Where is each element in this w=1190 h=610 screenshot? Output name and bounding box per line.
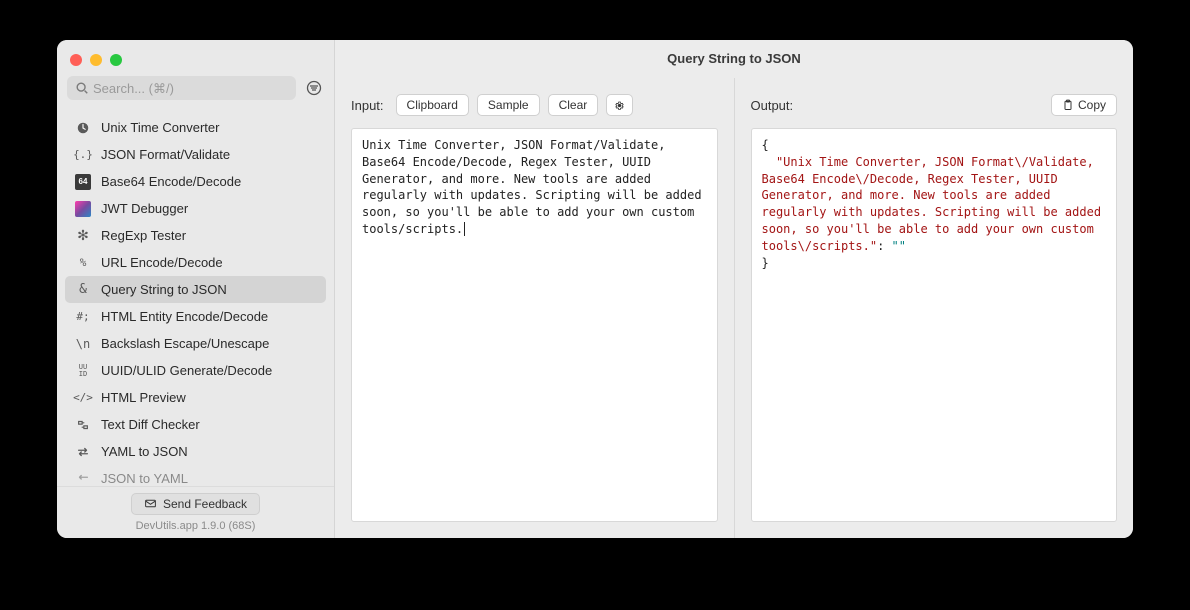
main-area: Query String to JSON Input: Clipboard Sa… — [335, 40, 1133, 538]
page-title: Query String to JSON — [667, 51, 801, 66]
sidebar-item-html-preview[interactable]: </> HTML Preview — [65, 384, 326, 411]
sidebar-item-label: URL Encode/Decode — [101, 255, 223, 270]
minimize-window-button[interactable] — [90, 54, 102, 66]
sidebar-item-label: JWT Debugger — [101, 201, 188, 216]
sidebar-item-label: JSON to YAML — [101, 471, 188, 486]
clock-icon — [75, 120, 91, 136]
output-label: Output: — [751, 98, 794, 113]
sidebar-item-label: Query String to JSON — [101, 282, 227, 297]
sidebar-item-json-yaml[interactable]: JSON to YAML — [65, 465, 326, 486]
diff-icon — [75, 417, 91, 433]
sidebar-item-jwt[interactable]: JWT Debugger — [65, 195, 326, 222]
settings-button[interactable] — [606, 94, 633, 116]
sidebar-item-query-string[interactable]: & Query String to JSON — [65, 276, 326, 303]
hash-icon: #; — [75, 309, 91, 325]
clipboard-button[interactable]: Clipboard — [396, 94, 469, 116]
convert-back-icon — [75, 471, 91, 486]
sidebar-item-label: JSON Format/Validate — [101, 147, 230, 162]
code-icon: </> — [75, 390, 91, 406]
copy-button[interactable]: Copy — [1051, 94, 1117, 116]
search-box[interactable] — [67, 76, 296, 100]
search-input[interactable] — [93, 81, 288, 96]
search-row — [57, 76, 334, 110]
sample-button[interactable]: Sample — [477, 94, 540, 116]
sidebar-item-backslash[interactable]: \n Backslash Escape/Unescape — [65, 330, 326, 357]
sidebar-item-unix-time[interactable]: Unix Time Converter — [65, 114, 326, 141]
sidebar-item-label: Backslash Escape/Unescape — [101, 336, 269, 351]
copy-label: Copy — [1078, 98, 1106, 112]
percent-icon: % — [75, 255, 91, 271]
json-open-brace: { — [762, 138, 769, 152]
convert-icon — [75, 444, 91, 460]
app-window: Unix Time Converter {.} JSON Format/Vali… — [57, 40, 1133, 538]
sidebar-footer: Send Feedback DevUtils.app 1.9.0 (68S) — [57, 486, 334, 539]
feedback-label: Send Feedback — [163, 497, 247, 511]
sidebar-item-label: HTML Preview — [101, 390, 186, 405]
window-controls — [57, 40, 334, 76]
sidebar-item-label: RegExp Tester — [101, 228, 186, 243]
sidebar-item-base64[interactable]: 64 Base64 Encode/Decode — [65, 168, 326, 195]
b64-icon: 64 — [75, 174, 91, 190]
input-label: Input: — [351, 98, 384, 113]
regex-icon: ✻ — [75, 228, 91, 244]
send-feedback-button[interactable]: Send Feedback — [131, 493, 260, 515]
clear-button[interactable]: Clear — [548, 94, 599, 116]
sidebar-item-label: HTML Entity Encode/Decode — [101, 309, 268, 324]
input-pane: Input: Clipboard Sample Clear Unix Time … — [335, 78, 734, 538]
json-key: "Unix Time Converter, JSON Format\/Valid… — [762, 155, 1109, 253]
sidebar-item-regex[interactable]: ✻ RegExp Tester — [65, 222, 326, 249]
ampersand-icon: & — [75, 282, 91, 298]
version-text: DevUtils.app 1.9.0 (68S) — [67, 520, 324, 532]
search-icon — [75, 81, 89, 95]
sidebar-item-yaml-json[interactable]: YAML to JSON — [65, 438, 326, 465]
sidebar-item-label: Text Diff Checker — [101, 417, 200, 432]
sidebar-item-label: UUID/ULID Generate/Decode — [101, 363, 272, 378]
input-textarea[interactable]: Unix Time Converter, JSON Format/Validat… — [351, 128, 718, 522]
tools-list: Unix Time Converter {.} JSON Format/Vali… — [57, 110, 334, 486]
titlebar: Query String to JSON — [335, 40, 1133, 78]
close-window-button[interactable] — [70, 54, 82, 66]
zoom-window-button[interactable] — [110, 54, 122, 66]
uuid-icon: UUID — [75, 363, 91, 379]
output-header: Output: Copy — [751, 92, 1118, 118]
braces-icon: {.} — [75, 147, 91, 163]
input-header: Input: Clipboard Sample Clear — [351, 92, 718, 118]
json-close-brace: } — [762, 256, 769, 270]
sidebar-item-json-format[interactable]: {.} JSON Format/Validate — [65, 141, 326, 168]
clipboard-icon — [1062, 99, 1074, 111]
mail-icon — [144, 497, 157, 510]
backslash-icon: \n — [75, 336, 91, 352]
json-value: "" — [892, 239, 906, 253]
jwt-icon — [75, 201, 91, 217]
input-text: Unix Time Converter, JSON Format/Validat… — [362, 138, 709, 236]
panes: Input: Clipboard Sample Clear Unix Time … — [335, 78, 1133, 538]
output-pane: Output: Copy { "Unix Time Converter, JSO… — [734, 78, 1134, 538]
sidebar-item-label: Unix Time Converter — [101, 120, 219, 135]
preferences-button[interactable] — [304, 78, 324, 98]
sidebar-item-label: Base64 Encode/Decode — [101, 174, 241, 189]
gear-icon — [613, 99, 626, 112]
sidebar-item-diff[interactable]: Text Diff Checker — [65, 411, 326, 438]
sidebar: Unix Time Converter {.} JSON Format/Vali… — [57, 40, 335, 538]
text-caret — [464, 222, 465, 236]
sidebar-item-html-entity[interactable]: #; HTML Entity Encode/Decode — [65, 303, 326, 330]
sidebar-item-url-encode[interactable]: % URL Encode/Decode — [65, 249, 326, 276]
sidebar-item-uuid[interactable]: UUID UUID/ULID Generate/Decode — [65, 357, 326, 384]
output-textarea[interactable]: { "Unix Time Converter, JSON Format\/Val… — [751, 128, 1118, 522]
sidebar-item-label: YAML to JSON — [101, 444, 188, 459]
